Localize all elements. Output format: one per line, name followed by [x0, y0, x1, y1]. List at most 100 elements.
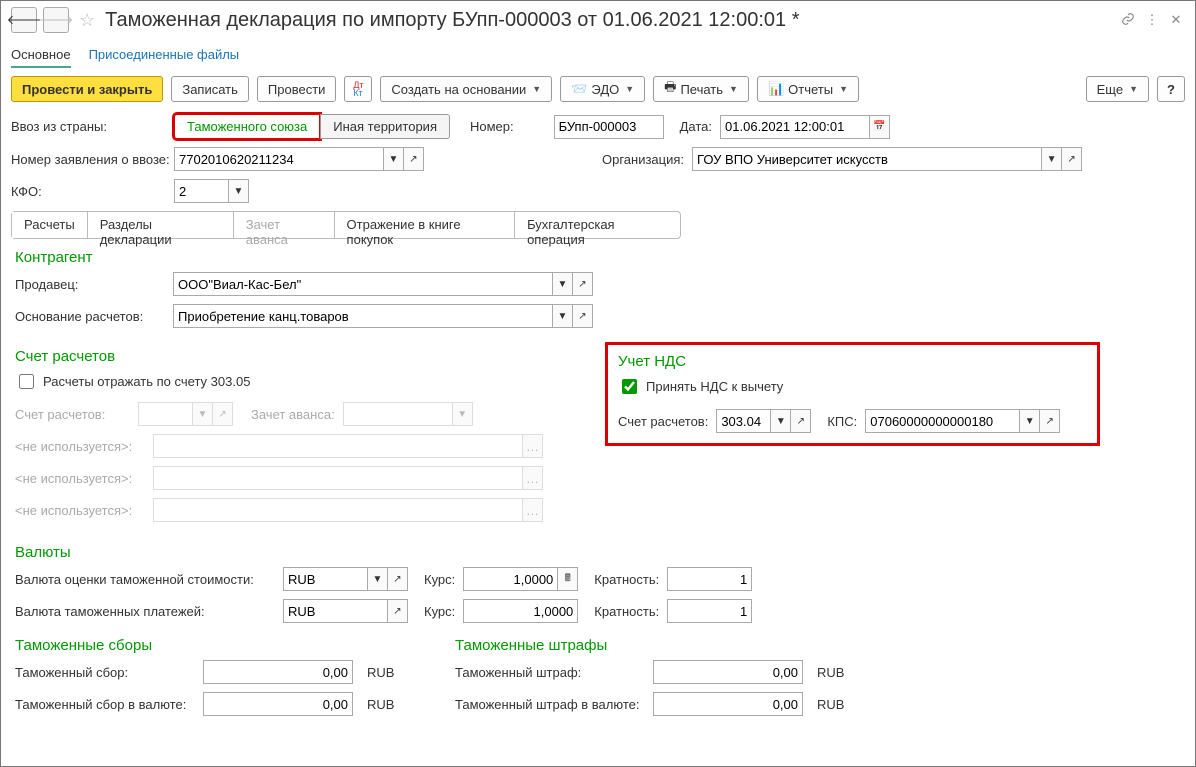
payment-currency-label: Валюта таможенных платежей: [15, 604, 275, 619]
tab-calculations[interactable]: Расчеты [12, 212, 88, 238]
kebab-menu-icon[interactable]: ⋮ [1143, 12, 1161, 28]
organization-input[interactable] [692, 147, 1042, 171]
reflect-303-05-label: Расчеты отражать по счету 303.05 [43, 374, 250, 389]
seller-open[interactable]: ↗ [573, 272, 593, 296]
print-icon: 🖶 [664, 78, 676, 100]
declaration-number-open[interactable]: ↗ [404, 147, 424, 171]
write-button[interactable]: Записать [171, 76, 249, 102]
settlement-account-dropdown: ▼ [193, 402, 213, 426]
customs-fee-currency-input[interactable] [203, 692, 353, 716]
valuation-currency-dropdown[interactable]: ▼ [368, 567, 388, 591]
customs-fine-currency-suffix: RUB [817, 697, 844, 712]
customs-fine-label: Таможенный штраф: [455, 665, 645, 680]
close-icon[interactable]: ✕ [1167, 12, 1185, 28]
vat-account-dropdown[interactable]: ▼ [771, 409, 791, 433]
kfo-dropdown[interactable]: ▼ [229, 179, 249, 203]
declaration-number-input[interactable] [174, 147, 384, 171]
unused-picker-2: … [523, 466, 543, 490]
rate1-input[interactable] [463, 567, 558, 591]
edo-icon: 📨 [571, 81, 587, 97]
more-button[interactable]: Еще▼ [1086, 76, 1149, 102]
unused-label-2: <не используется>: [15, 471, 145, 486]
post-and-close-button[interactable]: Провести и закрыть [11, 76, 163, 102]
basis-input[interactable] [173, 304, 553, 328]
payment-currency-open[interactable]: ↗ [388, 599, 408, 623]
basis-label: Основание расчетов: [15, 309, 165, 324]
advance-offset-input [343, 402, 453, 426]
seller-dropdown[interactable]: ▼ [553, 272, 573, 296]
organization-open[interactable]: ↗ [1062, 147, 1082, 171]
organization-dropdown[interactable]: ▼ [1042, 147, 1062, 171]
create-based-on-button[interactable]: Создать на основании▼ [380, 76, 552, 102]
seller-input[interactable] [173, 272, 553, 296]
accept-vat-deduction-checkbox[interactable] [622, 379, 637, 394]
unused-picker-3: … [523, 498, 543, 522]
kfo-label: КФО: [11, 184, 166, 199]
unused-input-2 [153, 466, 523, 490]
print-button[interactable]: 🖶Печать▼ [653, 76, 749, 102]
advance-offset-dropdown: ▼ [453, 402, 473, 426]
edo-button[interactable]: 📨ЭДО▼ [560, 76, 645, 102]
link-icon[interactable] [1119, 12, 1137, 29]
payment-currency-input[interactable] [283, 599, 388, 623]
nav-forward-button[interactable]: 🡒 [43, 7, 69, 33]
post-button[interactable]: Провести [257, 76, 337, 102]
customs-fine-currency-label: Таможенный штраф в валюте: [455, 697, 645, 712]
tab-main[interactable]: Основное [11, 43, 71, 68]
edo-label: ЭДО [591, 82, 619, 97]
valuation-currency-label: Валюта оценки таможенной стоимости: [15, 572, 275, 587]
customs-fee-currency-label: Таможенный сбор в валюте: [15, 697, 195, 712]
reports-icon: 📊 [768, 81, 784, 97]
declaration-number-dropdown[interactable]: ▼ [384, 147, 404, 171]
mult2-input [667, 599, 752, 623]
customs-fine-currency: RUB [817, 665, 844, 680]
mult1-label: Кратность: [594, 572, 659, 587]
tab-attached-files[interactable]: Присоединенные файлы [89, 43, 240, 68]
vat-account-open[interactable]: ↗ [791, 409, 811, 433]
kps-dropdown[interactable]: ▼ [1020, 409, 1040, 433]
unused-input-1 [153, 434, 523, 458]
toggle-other-territory[interactable]: Иная территория [320, 114, 450, 139]
customs-fines-heading: Таможенные штрафы [455, 637, 855, 654]
tab-declaration-sections[interactable]: Разделы декларации [88, 212, 234, 238]
rate1-label: Курс: [424, 572, 455, 587]
basis-dropdown[interactable]: ▼ [553, 304, 573, 328]
more-label: Еще [1097, 82, 1123, 97]
kfo-input[interactable] [174, 179, 229, 203]
currencies-heading: Валюты [15, 544, 1181, 561]
customs-fine-input[interactable] [653, 660, 803, 684]
number-input[interactable] [554, 115, 664, 139]
customs-fee-input[interactable] [203, 660, 353, 684]
valuation-currency-open[interactable]: ↗ [388, 567, 408, 591]
valuation-currency-input[interactable] [283, 567, 368, 591]
reflect-303-05-checkbox[interactable] [19, 374, 34, 389]
calendar-icon[interactable]: 📅 [870, 115, 890, 139]
kps-open[interactable]: ↗ [1040, 409, 1060, 433]
customs-fee-currency-suffix: RUB [367, 697, 394, 712]
vat-account-label: Счет расчетов: [618, 414, 708, 429]
toggle-customs-union[interactable]: Таможенного союза [174, 114, 320, 139]
customs-fee-currency: RUB [367, 665, 394, 680]
mult2-label: Кратность: [594, 604, 659, 619]
from-country-label: Ввоз из страны: [11, 119, 166, 134]
organization-label: Организация: [602, 152, 684, 167]
nav-back-button[interactable]: 🡐 [11, 7, 37, 33]
vat-heading: Учет НДС [618, 353, 1087, 370]
kps-input[interactable] [865, 409, 1020, 433]
tab-purchase-book[interactable]: Отражение в книге покупок [335, 212, 516, 238]
vat-account-input[interactable] [716, 409, 771, 433]
reports-button[interactable]: 📊Отчеты▼ [757, 76, 859, 102]
mult1-input[interactable] [667, 567, 752, 591]
kps-label: КПС: [827, 414, 857, 429]
tab-accounting-operation[interactable]: Бухгалтерская операция [515, 212, 680, 238]
dt-kt-button[interactable]: ДтКт [344, 76, 372, 102]
customs-fine-currency-input[interactable] [653, 692, 803, 716]
help-button[interactable]: ? [1157, 76, 1185, 102]
rate1-calc-icon[interactable]: 🖩 [558, 567, 578, 591]
unused-input-3 [153, 498, 523, 522]
unused-label-3: <не используется>: [15, 503, 145, 518]
basis-open[interactable]: ↗ [573, 304, 593, 328]
date-input[interactable] [720, 115, 870, 139]
favorite-star-icon[interactable]: ☆ [79, 10, 95, 31]
accept-vat-deduction-label: Принять НДС к вычету [646, 379, 783, 394]
